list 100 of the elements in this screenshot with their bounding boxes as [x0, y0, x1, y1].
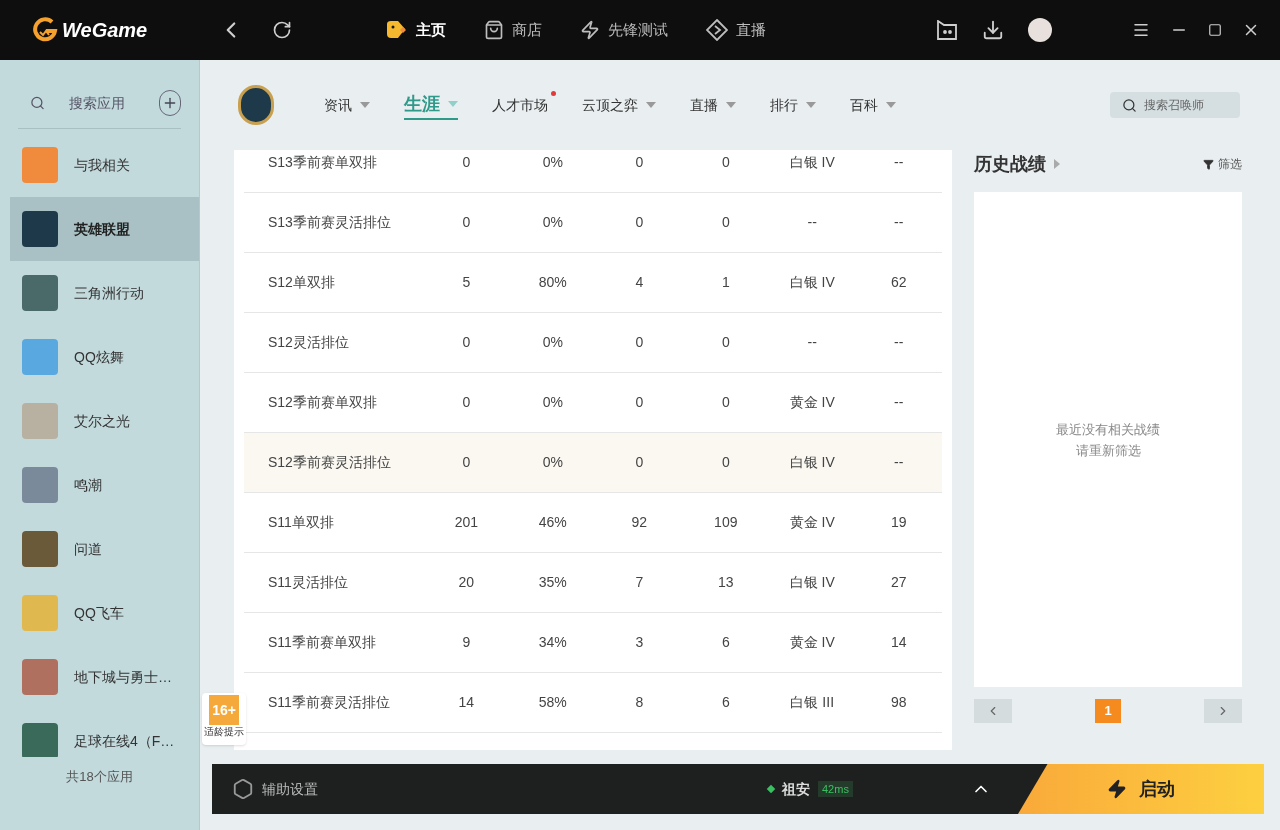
table-cell-text: 白银 III	[789, 693, 836, 712]
table-cell-text: --	[893, 393, 905, 412]
table-cell-text: 35%	[537, 573, 568, 592]
nav-tab[interactable]: 先锋测试	[580, 18, 668, 42]
brand-name: WeGame	[62, 18, 148, 43]
table-row[interactable]: S13季前赛灵活排位 0 0% 0 0 -- --	[244, 193, 942, 253]
table-cell-text: 0	[461, 153, 472, 172]
ping-badge: 42ms	[818, 780, 853, 798]
search-icon	[1122, 98, 1137, 113]
empty-message: 最近没有相关战绩	[1056, 420, 1160, 439]
table-cell-text: 0	[461, 393, 472, 412]
table-cell-text: 0	[461, 333, 472, 352]
game-logo	[238, 85, 274, 125]
table-cell-text: --	[893, 213, 905, 232]
table-cell-text: --	[893, 333, 905, 352]
table-cell-text: 109	[713, 513, 739, 532]
app-item[interactable]: 问道	[10, 517, 199, 581]
table-cell-text: 0	[720, 333, 731, 352]
filter-icon	[1203, 158, 1214, 170]
app-item[interactable]: 艾尔之光	[10, 389, 199, 453]
table-cell-text: 白银 IV	[788, 573, 836, 592]
table-cell-text: 6	[720, 693, 731, 712]
table-cell-text: 4	[634, 273, 645, 292]
lightning-icon	[1107, 779, 1127, 799]
table-cell-text: 3	[634, 633, 645, 652]
app-search-field[interactable]: 搜索应用	[69, 92, 159, 114]
search-icon[interactable]	[30, 94, 45, 112]
nav-tab[interactable]: 商店	[484, 18, 542, 42]
table-cell-text: 58%	[537, 693, 568, 712]
table-cell-text: S11灵活排位	[267, 573, 349, 592]
table-cell-text: S12季前赛单双排	[267, 393, 378, 412]
refresh-icon[interactable]	[272, 20, 292, 40]
menu-icon[interactable]	[1132, 21, 1150, 39]
history-title: 历史战绩	[974, 152, 1046, 176]
table-cell-text: 9	[461, 633, 472, 652]
table-cell-text: 0%	[541, 393, 564, 412]
game-nav-tab[interactable]: 云顶之弈	[582, 94, 656, 116]
table-row[interactable]: S11单双排 201 46% 92 109 黄金 IV 19	[244, 493, 942, 553]
table-row[interactable]: S12单双排 5 80% 4 1 白银 IV 62	[244, 253, 942, 313]
table-cell-text: 白银 IV	[788, 153, 836, 172]
table-cell-text: S11单双排	[267, 513, 335, 532]
table-cell-text: 0	[720, 453, 731, 472]
launch-button[interactable]: 启动	[1018, 764, 1264, 814]
filter-button[interactable]: 筛选	[1203, 155, 1242, 173]
table-cell-text: S12单双排	[267, 273, 336, 292]
table-cell-text: 201	[453, 513, 479, 532]
game-nav-tab[interactable]: 直播	[690, 94, 736, 116]
table-cell-text: 92	[630, 513, 649, 532]
server-name[interactable]: 祖安	[782, 778, 810, 800]
table-row[interactable]: S11灵活排位 20 35% 7 13 白银 IV 27	[244, 553, 942, 613]
table-cell-text: S11季前赛灵活排位	[267, 693, 391, 712]
table-cell-text: 14	[889, 633, 908, 652]
table-cell-text: 20	[457, 573, 476, 592]
app-item[interactable]: 英雄联盟	[10, 197, 199, 261]
maximize-icon[interactable]	[1208, 23, 1222, 37]
table-cell-text: 0%	[541, 153, 564, 172]
shopping-bag-icon	[484, 20, 504, 40]
table-cell-text: 0%	[541, 453, 564, 472]
avatar[interactable]	[1028, 18, 1052, 42]
app-item[interactable]: QQ飞车	[10, 581, 199, 645]
table-cell-text: --	[893, 153, 905, 172]
age-rating: 16+	[209, 695, 239, 725]
table-cell-text: 0	[461, 213, 472, 232]
hexagon-icon	[232, 778, 254, 800]
table-cell-text: 46%	[537, 513, 568, 532]
app-item[interactable]: 足球在线4（F…	[10, 709, 199, 757]
table-cell-text: 19	[889, 513, 908, 532]
table-cell-text: --	[806, 333, 818, 352]
table-row[interactable]: S13季前赛单双排 0 0% 0 0 白银 IV --	[244, 150, 942, 193]
table-cell-text: 黄金 IV	[788, 633, 836, 652]
table-row[interactable]: S12季前赛灵活排位 0 0% 0 0 白银 IV --	[244, 433, 942, 493]
table-cell-text: S12灵活排位	[267, 333, 350, 352]
game-nav-tab[interactable]: 排行	[770, 94, 816, 116]
table-cell-text: 白银 IV	[788, 453, 836, 472]
table-cell-text: 白银 IV	[788, 273, 836, 292]
table-cell-text: 0	[634, 153, 645, 172]
table-cell-text: 27	[889, 573, 908, 592]
app-item[interactable]: 地下城与勇士…	[10, 645, 199, 709]
app-item[interactable]: 三角洲行动	[10, 261, 199, 325]
app-item[interactable]: QQ炫舞	[10, 325, 199, 389]
table-cell-text: S11季前赛单双排	[267, 633, 377, 652]
download-icon[interactable]	[982, 19, 1004, 41]
table-cell-text: 1	[720, 273, 731, 292]
nav-tab[interactable]: 主页	[384, 18, 446, 42]
table-cell-text: 黄金 IV	[788, 513, 836, 532]
nav-tab[interactable]: 直播	[706, 18, 766, 42]
app-item[interactable]: 与我相关	[10, 133, 199, 197]
game-nav-tab[interactable]: 百科	[850, 94, 896, 116]
table-cell-text: 80%	[537, 273, 568, 292]
assist-settings-button[interactable]: 辅助设置	[232, 778, 318, 800]
summoner-search-field[interactable]: 搜索召唤师	[1110, 92, 1240, 118]
plus-icon	[162, 95, 178, 111]
app-item[interactable]: 鸣潮	[10, 453, 199, 517]
table-cell-text: 5	[461, 273, 472, 292]
table-row[interactable]: S11季前赛单双排 9 34% 3 6 黄金 IV 14	[244, 613, 942, 673]
table-row[interactable]: S12灵活排位 0 0% 0 0 -- --	[244, 313, 942, 373]
app-count: 共18个应用	[65, 768, 134, 786]
game-nav-tab[interactable]: 资讯	[324, 94, 370, 116]
game-nav-tab[interactable]: 人才市场	[492, 94, 548, 116]
lightning-icon	[580, 20, 600, 40]
